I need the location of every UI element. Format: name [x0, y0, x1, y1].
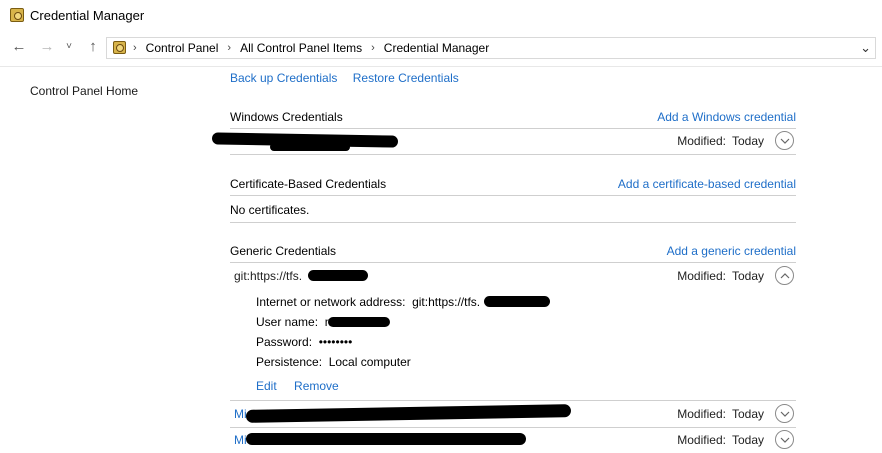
section-divider: [230, 195, 796, 196]
modified-info: Modified: Today: [677, 433, 764, 447]
address-bar[interactable]: › Control Panel › All Control Panel Item…: [106, 37, 876, 59]
generic-credentials-title: Generic Credentials: [230, 244, 337, 258]
generic-credential-row-expanded[interactable]: git:https://tfs. Modified: Today: [230, 264, 796, 288]
left-pane: Control Panel Home: [0, 67, 210, 453]
window-title: Credential Manager: [30, 8, 145, 23]
row-divider: [230, 154, 796, 155]
redaction-mark: [270, 143, 350, 151]
row-divider: [230, 400, 796, 401]
forward-arrow-icon[interactable]: →: [38, 38, 56, 56]
section-divider: [230, 262, 796, 263]
navigation-bar: ← → ˅ ↑ › Control Panel › All Control Pa…: [0, 34, 882, 62]
credential-actions: Edit Remove: [256, 379, 339, 393]
title-bar: Credential Manager: [0, 0, 882, 32]
breadcrumb-all-items[interactable]: All Control Panel Items: [240, 41, 362, 55]
no-certificates-row: No certificates.: [230, 203, 796, 223]
certificate-credentials-title: Certificate-Based Credentials: [230, 177, 387, 191]
breadcrumb-credential-manager[interactable]: Credential Manager: [384, 41, 489, 55]
redaction-mark: [308, 270, 368, 281]
add-generic-credential-link[interactable]: Add a generic credential: [667, 244, 796, 258]
row-divider: [230, 222, 796, 223]
main-content: Back up Credentials Restore Credentials …: [211, 67, 796, 453]
chevron-down-icon: [780, 411, 790, 417]
breadcrumb-control-panel[interactable]: Control Panel: [146, 41, 219, 55]
redaction-mark: [484, 296, 550, 307]
breadcrumb-separator-icon[interactable]: ›: [227, 42, 231, 54]
redaction-mark: [245, 404, 572, 423]
generic-credential-row[interactable]: Mi Modified: Today: [230, 402, 796, 428]
chevron-up-icon: [780, 273, 790, 279]
edit-credential-link[interactable]: Edit: [256, 379, 277, 393]
credential-name: git:https://tfs.: [234, 269, 303, 283]
breadcrumb-separator-icon[interactable]: ›: [371, 42, 375, 54]
backup-credentials-link[interactable]: Back up Credentials: [230, 71, 337, 85]
redaction-mark: [246, 433, 526, 445]
add-windows-credential-link[interactable]: Add a Windows credential: [657, 110, 796, 124]
username-detail: User name: n: [256, 315, 331, 329]
chevron-down-icon: [780, 437, 790, 443]
breadcrumb: › Control Panel › All Control Panel Item…: [133, 41, 489, 55]
persistence-detail: Persistence: Local computer: [256, 355, 411, 369]
recent-dropdown-icon[interactable]: ˅: [63, 38, 75, 56]
restore-credentials-link[interactable]: Restore Credentials: [353, 71, 459, 85]
modified-info: Modified: Today: [677, 407, 764, 421]
remove-credential-link[interactable]: Remove: [294, 379, 339, 393]
address-dropdown-icon[interactable]: ⌄: [860, 40, 871, 56]
credential-manager-icon: [10, 8, 24, 22]
windows-credentials-title: Windows Credentials: [230, 110, 343, 124]
collapse-toggle[interactable]: [775, 266, 794, 285]
generic-credentials-header: Generic Credentials Add a generic creden…: [230, 244, 796, 266]
back-arrow-icon[interactable]: ←: [10, 38, 28, 56]
add-certificate-credential-link[interactable]: Add a certificate-based credential: [618, 177, 796, 191]
password-detail: Password: ••••••••: [256, 335, 353, 349]
no-certificates-text: No certificates.: [230, 203, 310, 217]
breadcrumb-separator-icon[interactable]: ›: [133, 42, 137, 54]
expand-toggle[interactable]: [775, 131, 794, 150]
windows-credential-row[interactable]: Modified: Today: [211, 129, 796, 155]
generic-credential-row[interactable]: Mi Modified: Today: [230, 428, 796, 453]
credential-name: Mi: [234, 433, 247, 447]
expand-toggle[interactable]: [775, 404, 794, 423]
backup-restore-links: Back up Credentials Restore Credentials: [230, 71, 471, 85]
certificate-credentials-header: Certificate-Based Credentials Add a cert…: [230, 177, 796, 199]
control-panel-home-link[interactable]: Control Panel Home: [30, 84, 138, 98]
network-address-detail: Internet or network address: git:https:/…: [256, 295, 481, 309]
modified-info: Modified: Today: [677, 134, 764, 148]
expand-toggle[interactable]: [775, 430, 794, 449]
modified-info: Modified: Today: [677, 269, 764, 283]
control-panel-icon: [113, 41, 126, 54]
chevron-down-icon: [780, 138, 790, 144]
up-arrow-icon[interactable]: ↑: [84, 38, 102, 56]
credential-name: Mi: [234, 407, 247, 421]
redaction-mark: [328, 317, 390, 327]
